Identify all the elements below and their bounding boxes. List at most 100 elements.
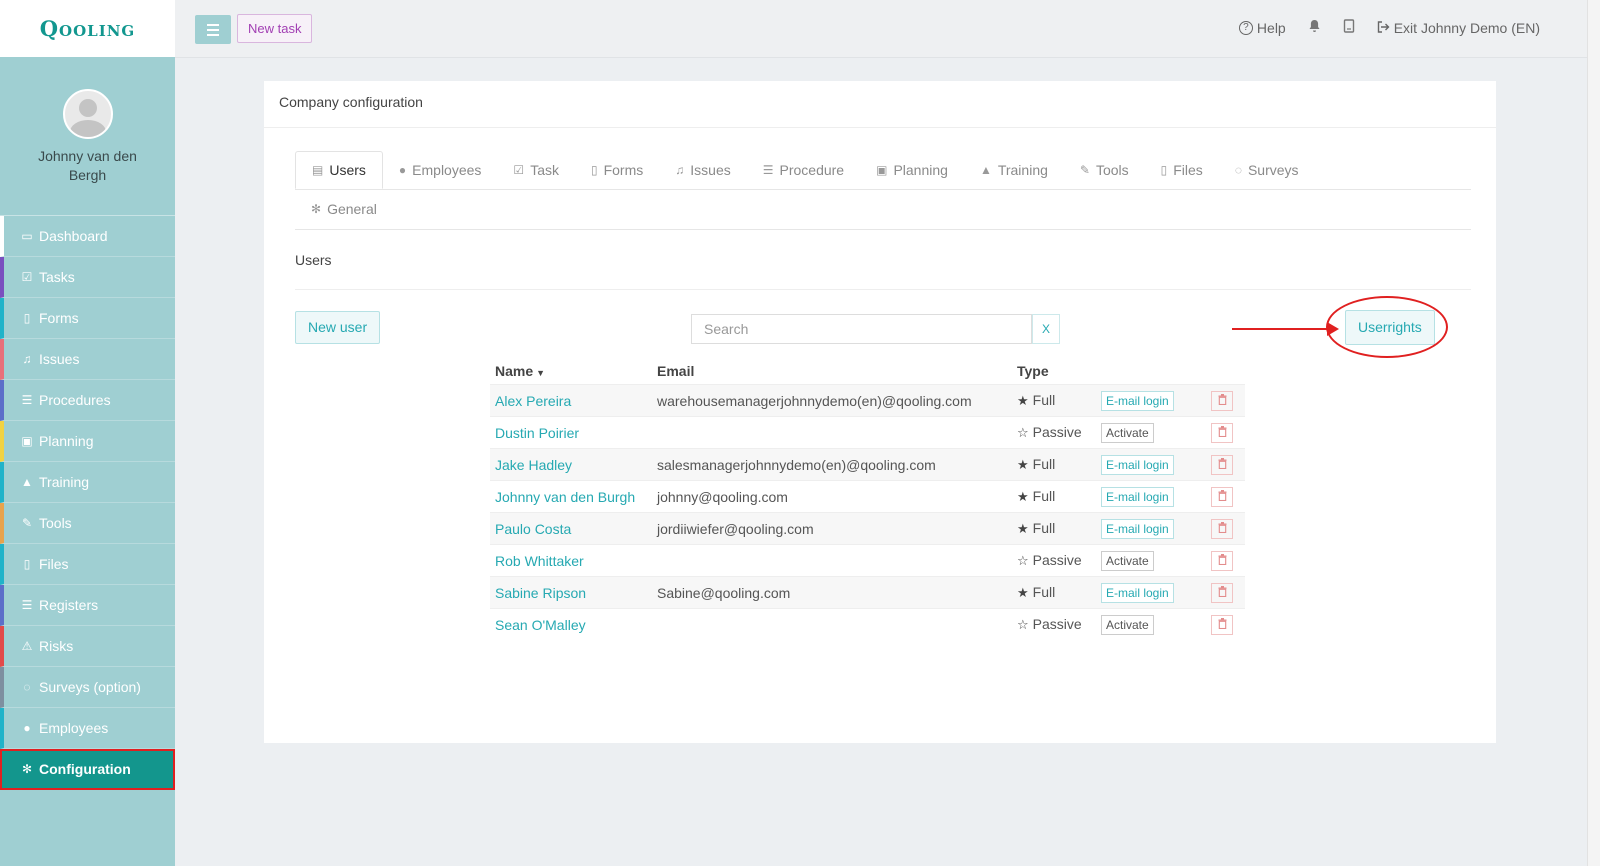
tab-forms[interactable]: ▯ Forms [575,151,659,189]
column-header-type[interactable]: Type [1012,357,1096,385]
delete-user-button[interactable] [1211,486,1233,507]
tab-label: Tools [1095,162,1129,178]
sidebar-item-dashboard[interactable]: ▭ Dashboard [0,216,175,257]
user-email [652,608,1012,640]
bell-icon: ♫ [22,352,32,366]
sidebar-item-risks[interactable]: ⚠ Risks [0,626,175,667]
column-header-name[interactable]: Name ▼ [490,357,652,385]
sidebar-item-tasks[interactable]: ☑ Tasks [0,257,175,298]
graduation-cap-icon: ▲ [21,475,33,489]
sidebar-item-label: Configuration [39,761,131,777]
tab-planning[interactable]: ▣ Planning [860,151,964,189]
user-email [652,416,1012,449]
sidebar-item-configuration[interactable]: ✻ Configuration [0,749,175,790]
page-scrollbar[interactable] [1587,0,1600,866]
email-login-button[interactable]: E-mail login [1101,454,1174,475]
user-email: salesmanagerjohnnydemo(en)@qooling.com [652,448,1012,481]
table-row: Jake Hadley salesmanagerjohnnydemo(en)@qo… [490,448,1245,481]
user-name-link[interactable]: Rob Whittaker [495,553,584,569]
tab-surveys[interactable]: ◌ Surveys [1219,151,1315,189]
email-login-button[interactable]: E-mail login [1101,486,1174,507]
config-tabs: ▤ Users ● Employees ☑ Task ▯ Forms ♫ Issues ☰ Proce… [295,151,1471,230]
monitor-icon: ▭ [21,229,33,243]
tab-label: Training [997,162,1048,178]
userrights-button[interactable]: Userrights [1345,310,1435,345]
trash-icon [1218,585,1226,597]
user-name-link[interactable]: Sabine Ripson [495,585,586,601]
trash-icon [1218,617,1226,629]
tab-task[interactable]: ☑ Task [497,151,575,189]
tab-procedure[interactable]: ☰ Procedure [747,151,860,189]
user-name-link[interactable]: Paulo Costa [495,521,571,537]
comment-icon: ◌ [23,680,31,694]
user-name-link[interactable]: Sean O'Malley [495,617,586,633]
delete-user-button[interactable] [1211,550,1233,571]
file-icon: ▯ [23,311,31,325]
sidebar-item-training[interactable]: ▲ Training [0,462,175,503]
tab-tools[interactable]: ✎ Tools [1064,151,1145,189]
sidebar-item-forms[interactable]: ▯ Forms [0,298,175,339]
list-icon: ☰ [21,598,33,612]
delete-user-button[interactable] [1211,614,1233,635]
table-row: Rob Whittaker ☆ Passive Activate [490,544,1245,577]
trash-icon [1218,521,1226,533]
tab-training[interactable]: ▲ Training [964,151,1064,189]
delete-user-button[interactable] [1211,454,1233,475]
sidebar-item-issues[interactable]: ♫ Issues [0,339,175,380]
exit-demo-link[interactable]: Exit Johnny Demo (EN) [1377,20,1540,36]
tab-label: Forms [603,162,644,178]
tab-label: Surveys [1247,162,1299,178]
user-name-link[interactable]: Dustin Poirier [495,425,579,441]
sidebar-item-files[interactable]: ▯ Files [0,544,175,585]
tab-files[interactable]: ▯ Files [1145,151,1219,189]
avatar[interactable] [62,89,113,139]
help-label: Help [1256,19,1286,36]
search-input[interactable] [691,314,1032,344]
book-icon[interactable] [1343,19,1355,36]
sidebar-item-registers[interactable]: ☰ Registers [0,585,175,626]
clear-search-button[interactable]: X [1032,314,1060,344]
menu-toggle-button[interactable] [195,15,231,44]
wrench-icon: ✎ [1079,163,1090,177]
bell-icon: ♫ [675,163,685,177]
email-login-button[interactable]: E-mail login [1101,518,1174,539]
email-login-button[interactable]: E-mail login [1101,582,1174,603]
user-name-link[interactable]: Alex Pereira [495,393,571,409]
tab-employees[interactable]: ● Employees [383,151,498,189]
sidebar-item-planning[interactable]: ▣ Planning [0,421,175,462]
profile-name: Johnny van den Bergh [38,148,137,183]
activate-button[interactable]: Activate [1101,614,1154,635]
graduation-cap-icon: ▲ [979,163,992,177]
delete-user-button[interactable] [1211,582,1233,603]
user-type: Full [1032,584,1056,600]
tab-label: Task [530,162,559,178]
help-link[interactable]: ? Help [1238,19,1286,36]
activate-button[interactable]: Activate [1101,550,1154,571]
delete-user-button[interactable] [1211,390,1233,411]
tab-users[interactable]: ▤ Users [295,151,383,189]
sidebar-item-label: Training [39,474,90,490]
user-type: Passive [1032,424,1082,440]
trash-icon [1218,425,1226,437]
user-name-link[interactable]: Johnny van den Burgh [495,489,635,505]
new-task-button[interactable]: New task [237,14,313,43]
tab-label: Employees [412,162,482,178]
delete-user-button[interactable] [1211,518,1233,539]
new-user-button[interactable]: New user [295,311,381,344]
brand-logo[interactable]: Qooling [0,0,175,57]
activate-button[interactable]: Activate [1101,422,1154,443]
column-header-email[interactable]: Email [652,357,1012,385]
sidebar-item-label: Procedures [39,392,111,408]
table-row: Johnny van den Burgh johnny@qooling.com ★ F… [490,480,1245,513]
tab-issues[interactable]: ♫ Issues [659,151,746,189]
calendar-icon: ▣ [876,163,888,177]
sidebar-item-surveys-option[interactable]: ◌ Surveys (option) [0,667,175,708]
tab-general[interactable]: ✻ General [295,201,393,217]
sidebar-item-tools[interactable]: ✎ Tools [0,503,175,544]
email-login-button[interactable]: E-mail login [1101,390,1174,411]
user-name-link[interactable]: Jake Hadley [495,457,572,473]
bell-icon[interactable] [1308,19,1321,36]
sidebar-item-employees[interactable]: ● Employees [0,708,175,749]
delete-user-button[interactable] [1211,422,1233,443]
sidebar-item-procedures[interactable]: ☰ Procedures [0,380,175,421]
